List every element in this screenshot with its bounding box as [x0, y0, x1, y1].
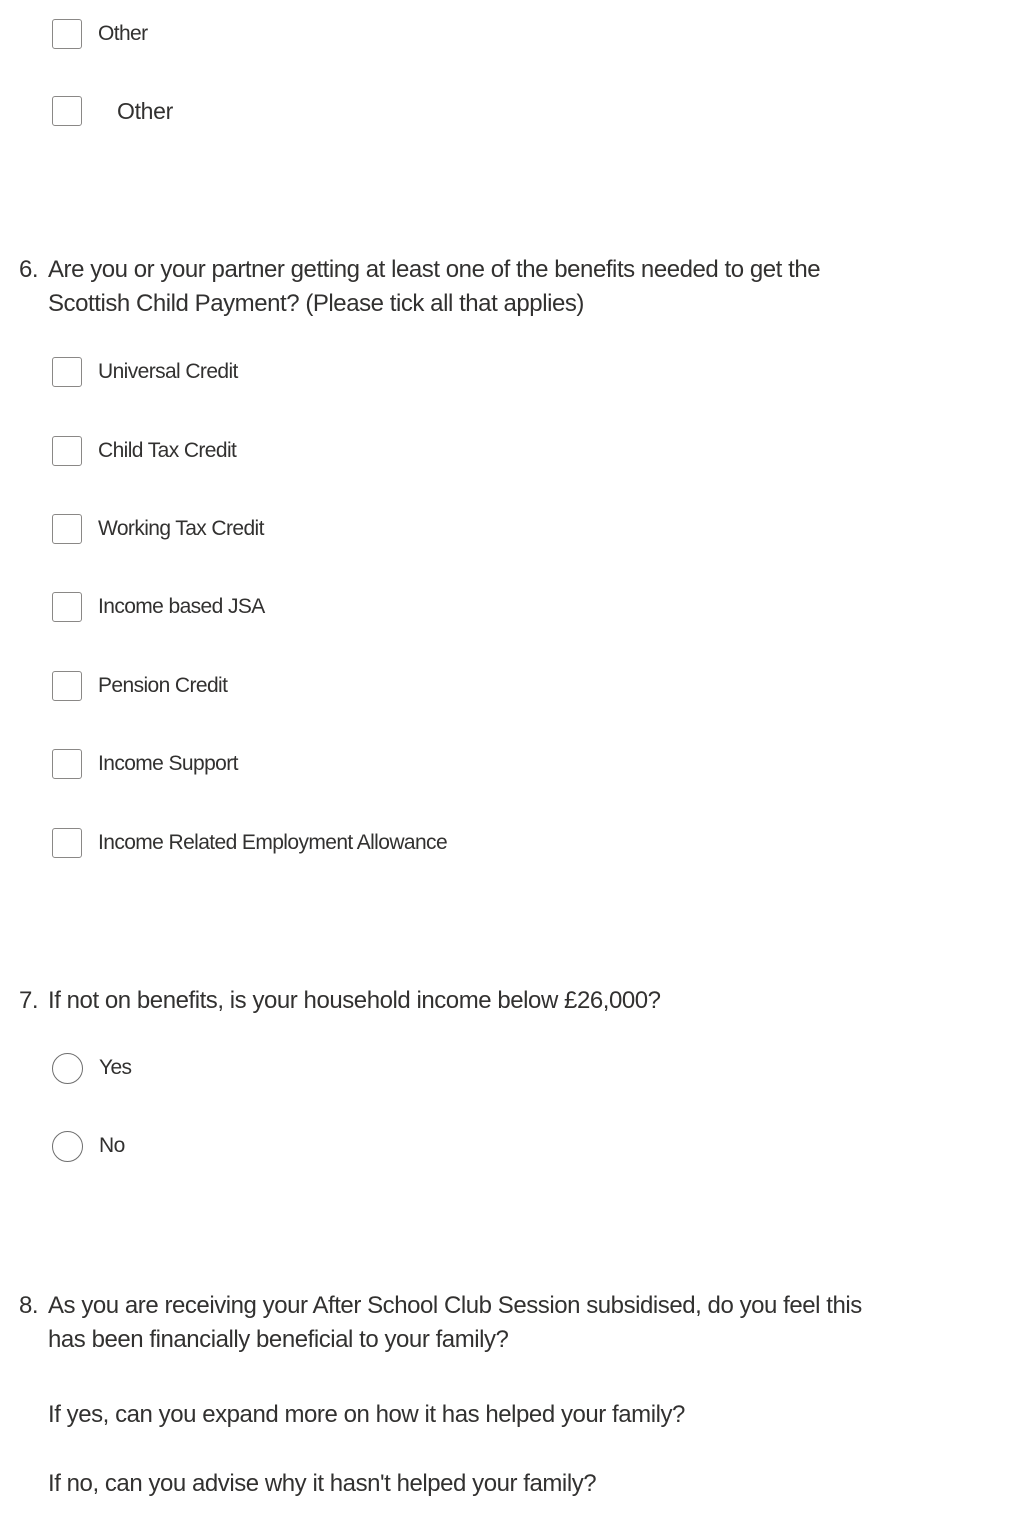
option-label[interactable]: Income Related Employment Allowance: [98, 831, 448, 855]
question-text-line1: Are you or your partner getting at least…: [48, 256, 821, 283]
question-8-title: 8. As you are receiving your After School…: [19, 1289, 862, 1357]
checkbox[interactable]: [52, 96, 82, 126]
checkbox[interactable]: [52, 19, 82, 49]
checkbox[interactable]: [52, 357, 82, 387]
option-label[interactable]: Income Support: [98, 752, 238, 776]
q7-option-yes[interactable]: Yes: [52, 1051, 132, 1085]
checkbox[interactable]: [52, 671, 82, 701]
question-text-line2: Scottish Child Payment? (Please tick all…: [48, 290, 584, 317]
q7-option-no[interactable]: No: [52, 1129, 125, 1163]
q6-option-universal-credit[interactable]: Universal Credit: [52, 355, 238, 389]
option-label[interactable]: Other: [98, 22, 148, 46]
question-number: 6.: [19, 256, 39, 283]
q6-option-income-based-jsa[interactable]: Income based JSA: [52, 590, 265, 624]
option-label[interactable]: Income based JSA: [98, 595, 265, 619]
q6-option-pension-credit[interactable]: Pension Credit: [52, 669, 228, 703]
option-label[interactable]: Universal Credit: [98, 360, 238, 384]
q6-option-income-support[interactable]: Income Support: [52, 747, 238, 781]
checkbox[interactable]: [52, 514, 82, 544]
question-number: 8.: [19, 1292, 39, 1319]
question-number: 7.: [19, 987, 39, 1014]
option-label[interactable]: Other: [117, 98, 173, 125]
question-text-line1: As you are receiving your After School C…: [48, 1292, 862, 1319]
option-label[interactable]: Pension Credit: [98, 674, 228, 698]
question-8-subtext-no: If no, can you advise why it hasn't help…: [48, 1470, 597, 1497]
q5-option-other-1[interactable]: Other: [52, 17, 148, 51]
q5-option-other-2[interactable]: Other: [52, 94, 173, 128]
option-label[interactable]: Working Tax Credit: [98, 517, 264, 541]
option-label[interactable]: No: [99, 1134, 125, 1158]
q6-option-income-related-esa[interactable]: Income Related Employment Allowance: [52, 826, 448, 860]
radio-button[interactable]: [52, 1052, 83, 1084]
option-label[interactable]: Child Tax Credit: [98, 439, 237, 463]
radio-button[interactable]: [52, 1130, 83, 1162]
checkbox[interactable]: [52, 592, 82, 622]
question-text-line2: has been financially beneficial to your …: [48, 1326, 509, 1353]
checkbox[interactable]: [52, 436, 82, 466]
question-7-title: 7. If not on benefits, is your household …: [19, 984, 661, 1018]
checkbox[interactable]: [52, 828, 82, 858]
question-6-title: 6. Are you or your partner getting at lea…: [19, 253, 821, 321]
q6-option-child-tax-credit[interactable]: Child Tax Credit: [52, 434, 237, 468]
q6-option-working-tax-credit[interactable]: Working Tax Credit: [52, 512, 264, 546]
checkbox[interactable]: [52, 749, 82, 779]
question-text: If not on benefits, is your household in…: [48, 987, 661, 1014]
option-label[interactable]: Yes: [99, 1056, 132, 1080]
question-8-subtext-yes: If yes, can you expand more on how it ha…: [48, 1401, 685, 1428]
